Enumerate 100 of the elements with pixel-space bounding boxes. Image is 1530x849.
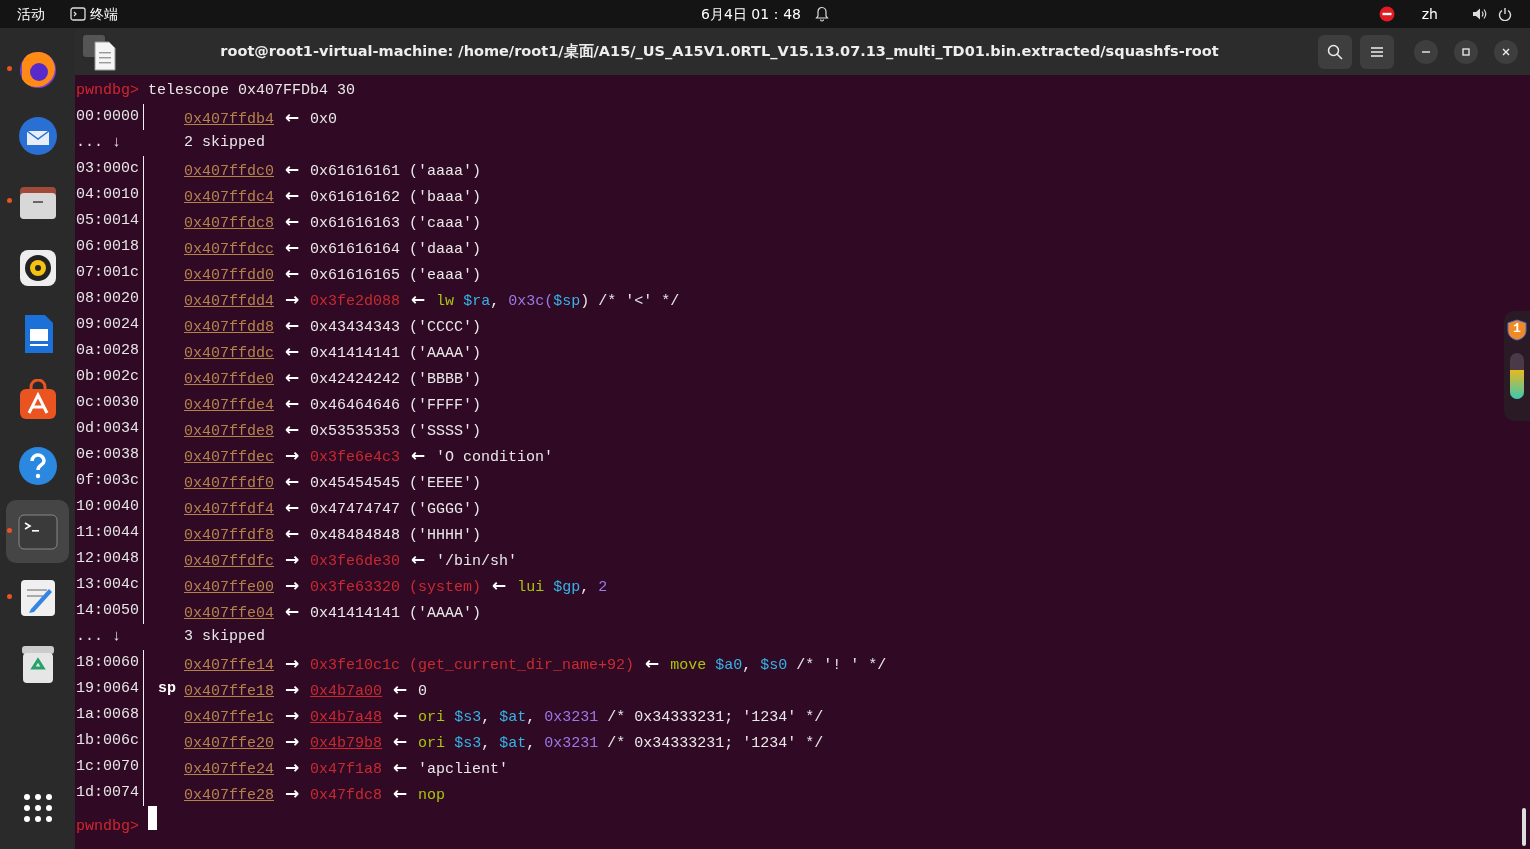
arrow-glyph: ← — [283, 418, 301, 441]
close-button[interactable] — [1494, 39, 1518, 64]
stack-address[interactable]: 0x407ffdc8 — [184, 215, 274, 232]
power-icon[interactable] — [1498, 7, 1512, 21]
immediate-value: 0x3231 — [544, 709, 599, 726]
stack-offset: 1d:0074 — [76, 784, 139, 801]
terminal-icon — [70, 7, 86, 21]
stack-offset: 06:0018 — [76, 238, 139, 255]
value-text: ('CCCC') — [409, 319, 482, 336]
stack-address[interactable]: 0x407ffe20 — [184, 735, 274, 752]
stack-offset: 03:000c — [76, 160, 139, 177]
arrow-glyph: ← — [283, 340, 301, 363]
stack-address[interactable]: 0x407ffdd4 — [184, 293, 274, 310]
register-name: $sp — [553, 293, 581, 310]
value-text: 0 — [418, 683, 428, 700]
stack-address[interactable]: 0x407ffdd0 — [184, 267, 274, 284]
stack-address[interactable]: 0x407ffdec — [184, 449, 274, 466]
scrollbar[interactable] — [1522, 808, 1526, 846]
stack-address[interactable]: 0x407ffdf0 — [184, 475, 274, 492]
stack-offset: 18:0060 — [76, 654, 139, 671]
value-text: /* '! ' */ — [796, 657, 887, 674]
value-text: 0x43434343 — [310, 319, 401, 336]
stack-offset: 11:0044 — [76, 524, 139, 541]
register-name: $a0 — [715, 657, 743, 674]
speaker-icon[interactable] — [1472, 7, 1488, 21]
menu-icon — [1370, 45, 1384, 58]
stack-address[interactable]: 0x407ffe04 — [184, 605, 274, 622]
value-text: ('BBBB') — [409, 371, 482, 388]
stack-address[interactable]: 0x407ffdfc — [184, 553, 274, 570]
arrow-glyph: ← — [283, 600, 301, 623]
stack-address[interactable]: 0x407ffe18 — [184, 683, 274, 700]
pointer-value: 0x3fe6de30 — [310, 553, 401, 570]
search-icon — [1327, 43, 1343, 60]
value-text: 0x61616163 — [310, 215, 401, 232]
stack-address[interactable]: 0x407ffddc — [184, 345, 274, 362]
value-text: , — [742, 657, 752, 674]
register-name: $s3 — [454, 735, 482, 752]
stack-address[interactable]: 0x407ffe14 — [184, 657, 274, 674]
clock[interactable]: 6月4日 01：48 — [701, 3, 801, 25]
value-text: /* 0x34333231; '1234' */ — [607, 735, 824, 752]
instruction-mnemonic: lui — [517, 579, 545, 596]
activities-button[interactable]: 活动 — [16, 2, 46, 26]
shield-badge[interactable] — [1507, 319, 1527, 341]
register-name: $ra — [463, 293, 491, 310]
maximize-button[interactable] — [1454, 39, 1478, 64]
arrow-glyph: → — [283, 782, 301, 805]
skipped-note: 3 skipped — [184, 628, 265, 645]
stack-offset: 08:0020 — [76, 290, 139, 307]
register-name: $at — [499, 735, 527, 752]
value-text: , — [526, 709, 536, 726]
value-text: ('GGGG') — [409, 501, 482, 518]
stack-address[interactable]: 0x407ffde8 — [184, 423, 274, 440]
stack-offset: 1b:006c — [76, 732, 139, 749]
stack-offset: 0b:002c — [76, 368, 139, 385]
value-text: 0x41414141 — [310, 345, 401, 362]
value-text: 0x61616165 — [310, 267, 401, 284]
stack-address[interactable]: 0x407ffde0 — [184, 371, 274, 388]
stack-offset: 07:001c — [76, 264, 139, 281]
arrow-glyph: → — [283, 756, 301, 779]
stack-address[interactable]: 0x407ffdc0 — [184, 163, 274, 180]
menu-button[interactable] — [1360, 34, 1394, 69]
stack-offset: 13:004c — [76, 576, 139, 593]
value-text: ) — [580, 293, 590, 310]
stack-address[interactable]: 0x407ffe24 — [184, 761, 274, 778]
pointer-link[interactable]: 0x4b7a48 — [310, 709, 383, 726]
stack-offset: 1c:0070 — [76, 758, 139, 775]
value-text: /* '<' */ — [598, 293, 680, 310]
arrow-glyph: ← — [409, 548, 427, 571]
blocked-icon[interactable] — [1378, 6, 1395, 22]
prompt-text: pwndbg> — [76, 818, 139, 835]
stack-address[interactable]: 0x407ffe28 — [184, 787, 274, 804]
value-text: 0x61616161 — [310, 163, 401, 180]
arrow-glyph: ← — [283, 158, 301, 181]
stack-offset: 19:0064 — [76, 680, 139, 697]
stack-address[interactable]: 0x407ffdf8 — [184, 527, 274, 544]
minimize-button[interactable] — [1414, 39, 1438, 64]
stack-offset: 04:0010 — [76, 186, 139, 203]
stack-address[interactable]: 0x407ffde4 — [184, 397, 274, 414]
instruction-mnemonic: move — [670, 657, 707, 674]
pointer-link[interactable]: 0x4b7a00 — [310, 683, 383, 700]
stack-address[interactable]: 0x407ffdcc — [184, 241, 274, 258]
arrow-glyph: ← — [391, 678, 409, 701]
app-name[interactable]: 终端 — [90, 3, 118, 25]
value-text: , — [490, 293, 500, 310]
stack-address[interactable]: 0x407ffdd8 — [184, 319, 274, 336]
instruction-mnemonic: nop — [418, 787, 446, 804]
stack-address[interactable]: 0x407ffdc4 — [184, 189, 274, 206]
pointer-value: (system) — [409, 579, 482, 596]
stack-address[interactable]: 0x407ffdb4 — [184, 111, 274, 128]
stack-address[interactable]: 0x407ffe00 — [184, 579, 274, 596]
arrow-glyph: ← — [283, 470, 301, 493]
stack-address[interactable]: 0x407ffe1c — [184, 709, 274, 726]
search-button[interactable] — [1318, 34, 1352, 69]
language-indicator[interactable]: zh — [1421, 3, 1438, 25]
register-tag: sp — [158, 680, 176, 697]
skip-marker: ... ↓ — [76, 134, 121, 151]
register-name: $s3 — [454, 709, 482, 726]
stack-address[interactable]: 0x407ffdf4 — [184, 501, 274, 518]
pointer-link[interactable]: 0x4b79b8 — [310, 735, 383, 752]
maximize-icon — [1461, 46, 1471, 57]
